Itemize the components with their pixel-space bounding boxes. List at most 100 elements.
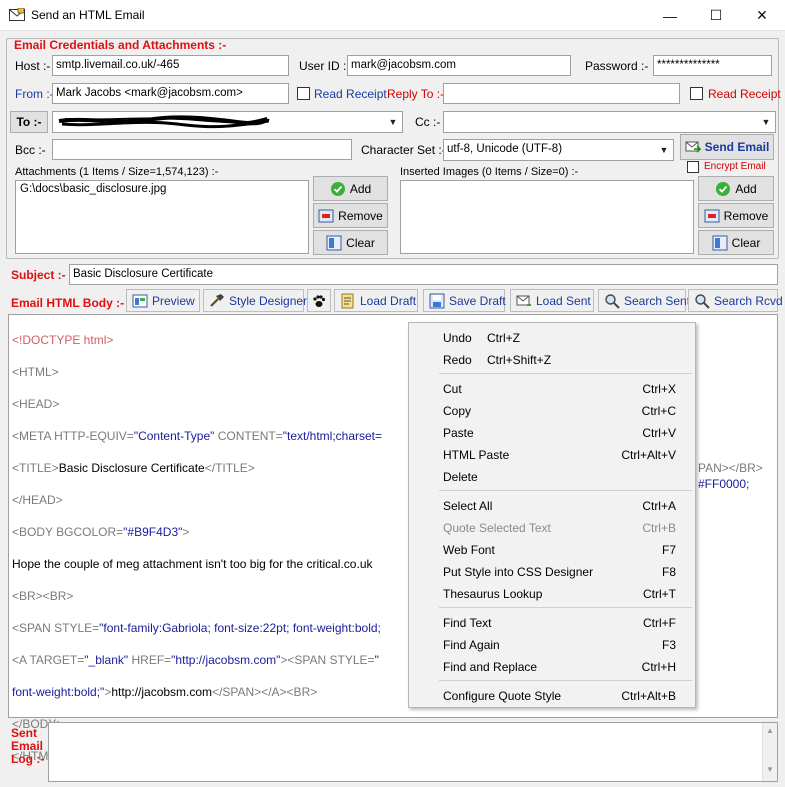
to-button[interactable]: To :-	[10, 111, 48, 133]
menu-item-find-again[interactable]: Find Again F3	[410, 633, 694, 655]
menu-item-find-text[interactable]: Find Text Ctrl+F	[410, 611, 694, 633]
window-title: Send an HTML Email	[31, 8, 145, 22]
minimize-icon: —	[663, 7, 677, 24]
code-line: <HEAD>	[12, 397, 60, 411]
save-draft-icon	[429, 293, 445, 308]
code-line: <HTML>	[12, 365, 59, 379]
subject-input[interactable]: Basic Disclosure Certificate	[69, 264, 778, 285]
sent-log-label-3: Log :-	[11, 752, 45, 766]
encrypt-email-label: Encrypt Email	[704, 161, 766, 172]
host-label: Host :-	[15, 59, 51, 73]
code-line: font-weight:bold;">http://jacobsm.com</S…	[12, 685, 318, 699]
save-draft-button[interactable]: Save Draft	[423, 289, 506, 312]
clear-icon	[326, 235, 342, 250]
code-overflow-line10: PAN></BR>	[698, 461, 763, 475]
menu-separator	[439, 373, 692, 374]
password-label: Password :-	[585, 59, 649, 73]
redacted-scribble	[58, 115, 270, 129]
menu-item-quote-selected: Quote Selected Text Ctrl+B	[443, 521, 676, 535]
close-button[interactable]: ✕	[739, 0, 785, 31]
maximize-icon: ☐	[709, 7, 723, 23]
from-label: From :-	[15, 87, 54, 101]
remove-icon	[704, 209, 720, 222]
preview-icon	[132, 294, 148, 307]
search-sent-button[interactable]: Search Sent	[598, 289, 690, 312]
from-input[interactable]: Mark Jacobs <mark@jacobsm.com>	[52, 83, 289, 104]
menu-item-find-replace[interactable]: Find and Replace Ctrl+H	[410, 655, 694, 677]
credentials-group-title: Email Credentials and Attachments :-	[14, 38, 227, 52]
code-line: <BR><BR>	[12, 589, 74, 603]
search-icon	[695, 293, 710, 309]
replyto-input[interactable]	[443, 83, 680, 104]
minimize-button[interactable]: —	[647, 0, 693, 31]
load-draft-icon	[341, 293, 354, 308]
menu-item-web-font[interactable]: Web Font F7	[410, 538, 694, 560]
menu-item-thesaurus[interactable]: Thesaurus Lookup Ctrl+T	[410, 582, 694, 604]
menu-item-put-style[interactable]: Put Style into CSS Designer F8	[410, 560, 694, 582]
check-circle-icon	[330, 181, 345, 196]
menu-item-cut[interactable]: Cut Ctrl+X	[410, 377, 694, 399]
read-receipt-label: Read Receipt	[314, 87, 387, 101]
add-image-button[interactable]: Add	[698, 176, 774, 201]
password-input[interactable]: **************	[653, 55, 772, 76]
load-draft-button[interactable]: Load Draft	[334, 289, 418, 312]
scroll-up-icon[interactable]: ▲	[763, 726, 777, 735]
menu-item-select-all[interactable]: Select All Ctrl+A	[410, 494, 694, 516]
chevron-down-icon[interactable]: ▼	[657, 142, 671, 157]
send-icon	[685, 141, 701, 153]
chevron-down-icon[interactable]: ▼	[386, 114, 400, 129]
clear-attachments-button[interactable]: Clear	[313, 230, 388, 255]
bcc-input[interactable]	[52, 139, 352, 160]
menu-separator	[439, 607, 692, 608]
inserted-images-listbox[interactable]	[400, 180, 694, 254]
code-line: <A TARGET="_blank" HREF="http://jacobsm.…	[12, 653, 379, 667]
read-receipt-checkbox[interactable]	[297, 87, 310, 100]
host-input[interactable]: smtp.livemail.co.uk/-465	[52, 55, 289, 76]
html-body-label: Email HTML Body :-	[11, 296, 125, 310]
code-line: </HEAD>	[12, 493, 63, 507]
clear-images-button[interactable]: Clear	[698, 230, 774, 255]
maximize-button[interactable]: ☐	[693, 0, 739, 31]
cc-combobox[interactable]: ▼	[443, 111, 776, 133]
menu-item-copy[interactable]: Copy Ctrl+C	[410, 399, 694, 421]
code-area: <!DOCTYPE html> <HTML> <HEAD> <META HTTP…	[12, 316, 382, 780]
menu-item-redo[interactable]: Redo Ctrl+Shift+Z	[410, 348, 694, 370]
bcc-label: Bcc :-	[15, 143, 46, 157]
scroll-down-icon[interactable]: ▼	[763, 765, 777, 774]
style-designer-button[interactable]: Style Designer	[203, 289, 307, 312]
code-line: <!DOCTYPE html>	[12, 333, 114, 347]
sent-log-label-2: Email	[11, 739, 44, 753]
read-receipt-replyto-checkbox[interactable]	[690, 87, 703, 100]
paw-button[interactable]	[307, 289, 331, 312]
context-menu: Undo Ctrl+Z Redo Ctrl+Shift+Z Cut Ctrl+X Co…	[408, 322, 696, 708]
code-overflow-line11: #FF0000;	[698, 477, 750, 491]
encrypt-email-checkbox[interactable]	[687, 161, 699, 173]
menu-item-html-paste[interactable]: HTML Paste Ctrl+Alt+V	[410, 443, 694, 465]
close-icon: ✕	[756, 7, 768, 23]
sent-log-textarea[interactable]	[48, 722, 778, 782]
menu-item-undo[interactable]: Undo Ctrl+Z	[410, 326, 694, 348]
list-item[interactable]: G:\docs\basic_disclosure.jpg	[20, 183, 304, 195]
charset-value: utf-8, Unicode (UTF-8)	[447, 143, 563, 155]
userid-label: User ID :-	[299, 59, 351, 73]
attachments-label: Attachments (1 Items / Size=1,574,123) :…	[15, 166, 219, 178]
search-rcvd-button[interactable]: Search Rcvd	[688, 289, 783, 312]
attachments-listbox[interactable]: G:\docs\basic_disclosure.jpg	[15, 180, 309, 254]
menu-item-delete[interactable]: Delete	[410, 465, 694, 487]
to-combobox[interactable]: ▼	[52, 111, 403, 133]
preview-button[interactable]: Preview	[126, 289, 200, 312]
load-sent-button[interactable]: Load Sent	[510, 289, 594, 312]
check-circle-icon	[716, 181, 731, 196]
remove-image-button[interactable]: Remove	[698, 203, 774, 228]
code-line: <TITLE>Basic Disclosure Certificate</TIT…	[12, 461, 255, 475]
charset-select[interactable]: utf-8, Unicode (UTF-8) ▼	[443, 139, 674, 161]
email-app-icon	[9, 8, 25, 21]
chevron-down-icon[interactable]: ▼	[759, 114, 773, 129]
send-email-button[interactable]: Send Email	[680, 134, 774, 160]
menu-item-configure-quote[interactable]: Configure Quote Style Ctrl+Alt+B	[410, 684, 694, 706]
remove-attachment-button[interactable]: Remove	[313, 203, 388, 228]
menu-item-paste[interactable]: Paste Ctrl+V	[410, 421, 694, 443]
userid-input[interactable]: mark@jacobsm.com	[347, 55, 571, 76]
sent-log-scrollbar[interactable]: ▲ ▼	[762, 723, 777, 781]
add-attachment-button[interactable]: Add	[313, 176, 388, 201]
